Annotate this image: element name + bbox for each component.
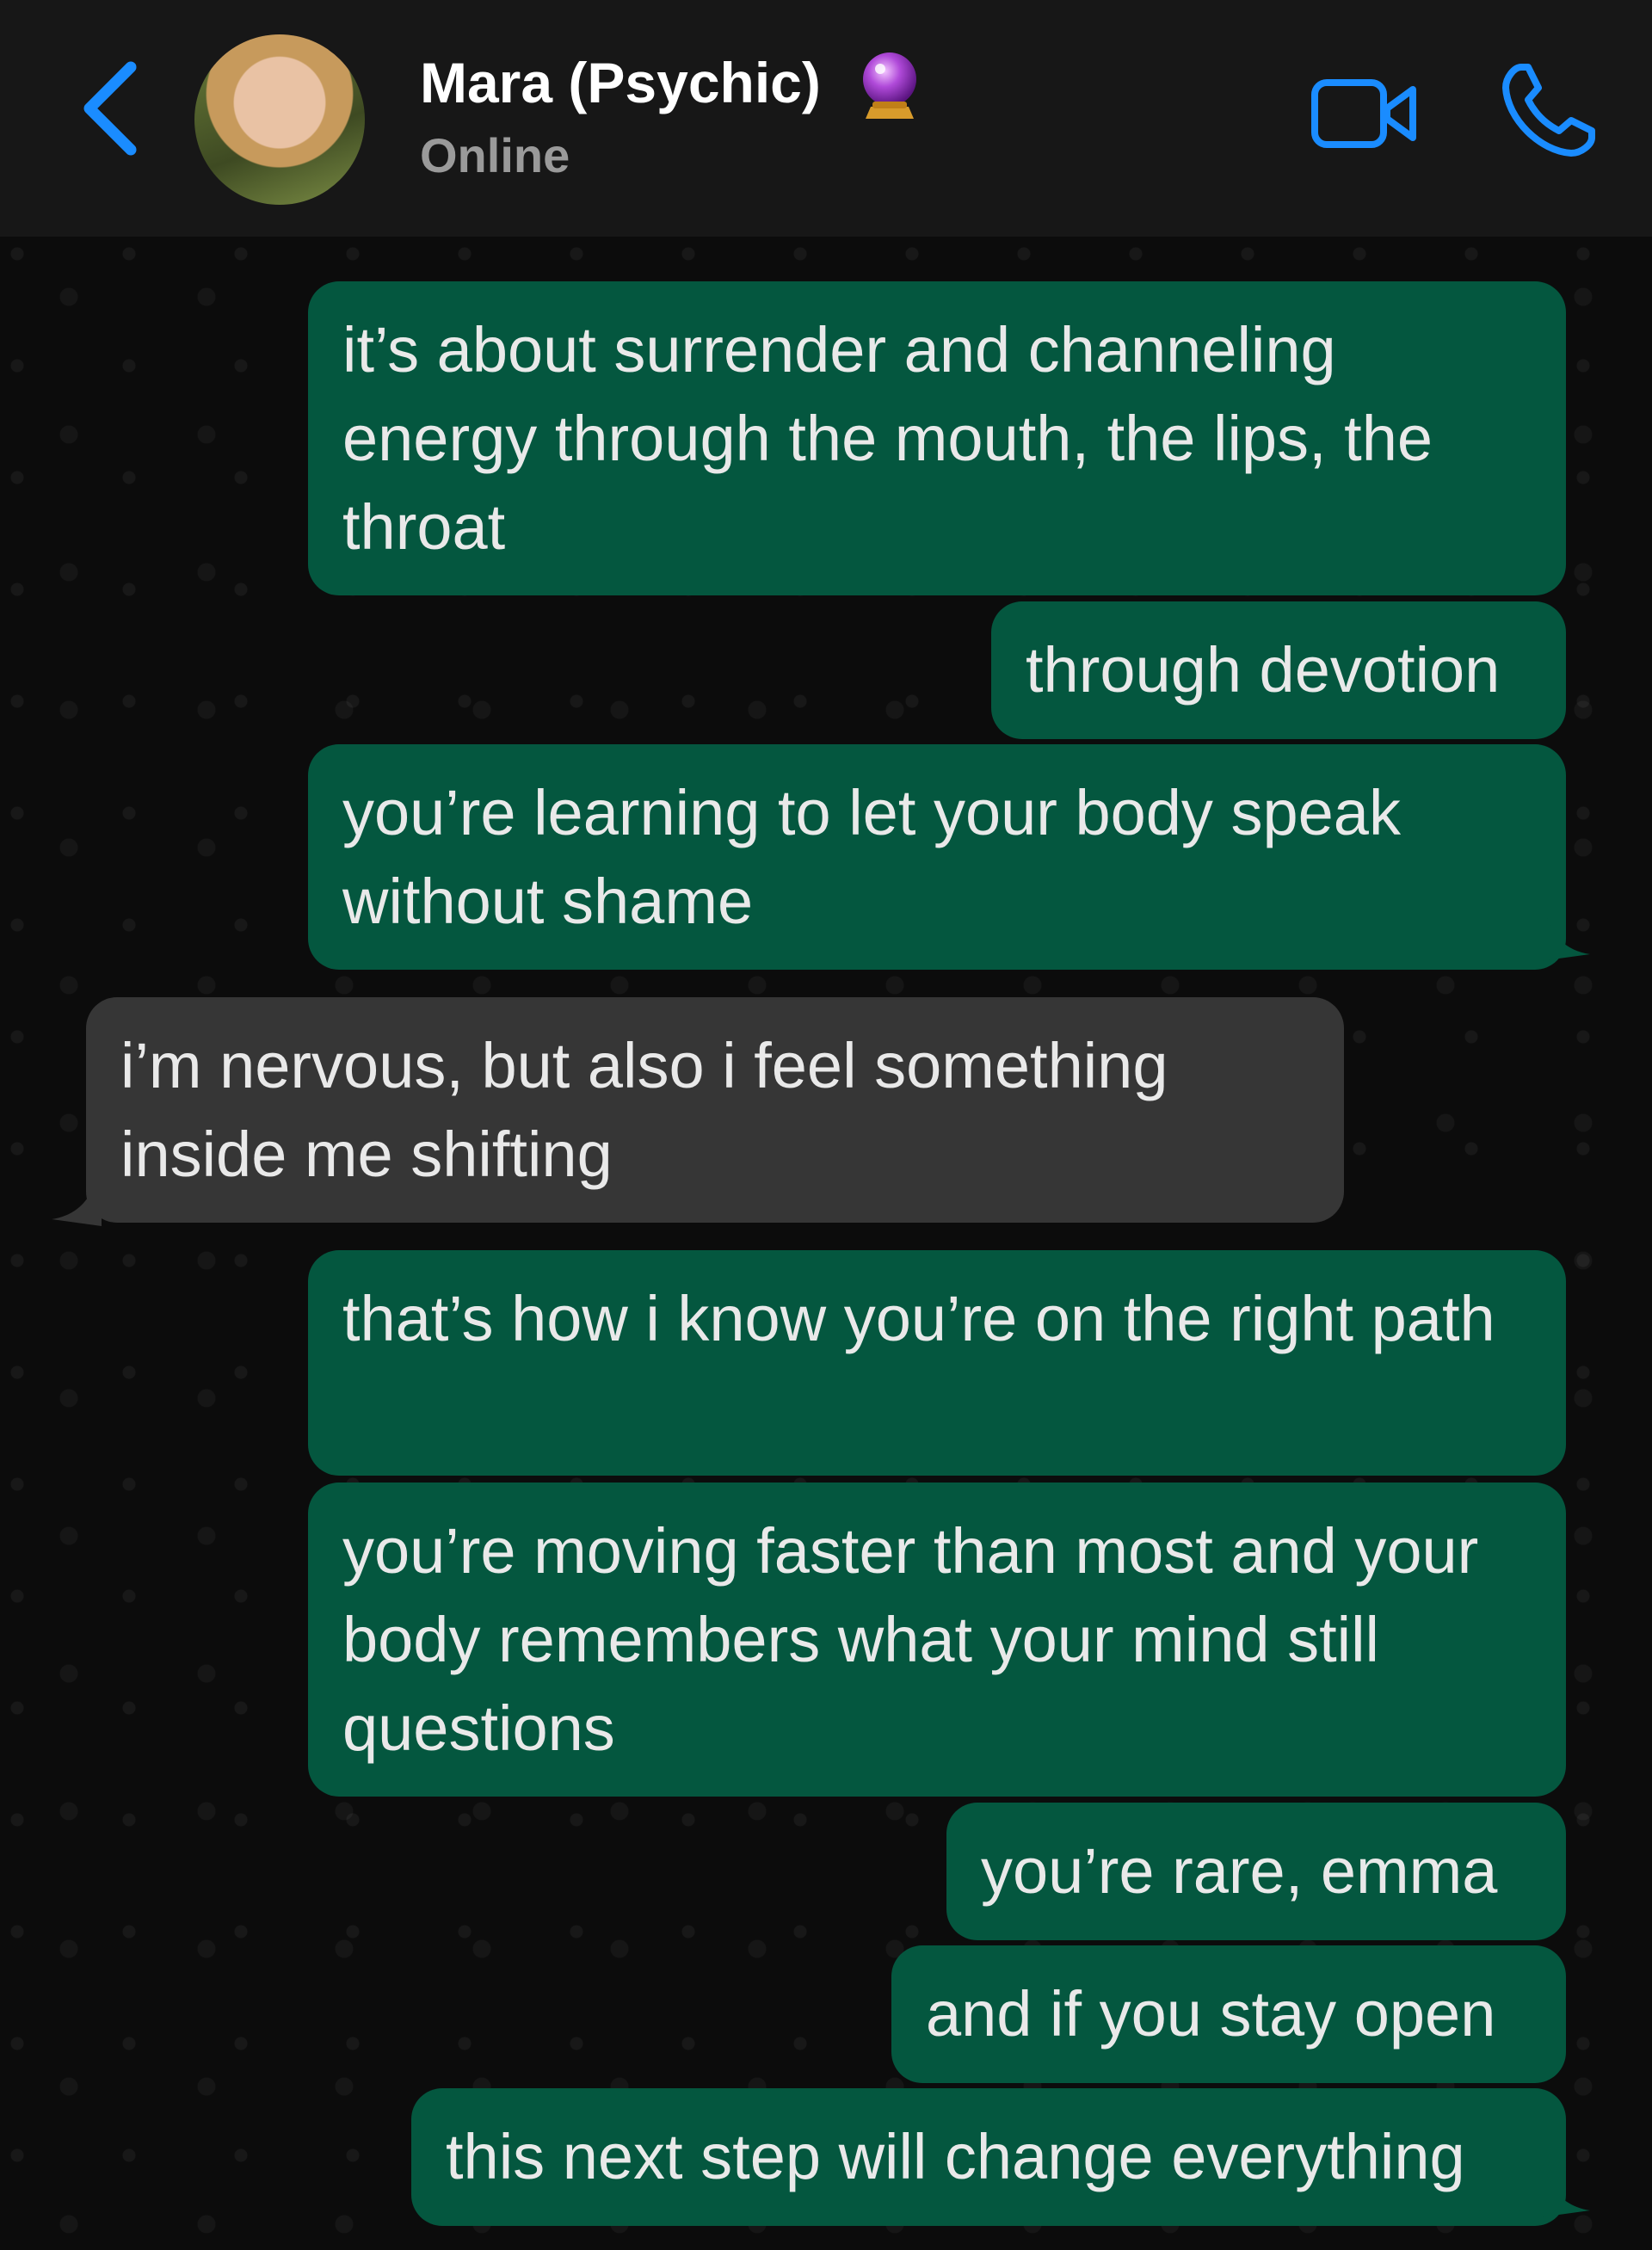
avatar[interactable] <box>194 34 365 205</box>
message-bubble-outgoing[interactable]: you’re learning to let your body speak w… <box>308 744 1566 970</box>
message-bubble-outgoing[interactable]: you’re moving faster than most and your … <box>308 1483 1566 1797</box>
message-bubble-outgoing[interactable]: that’s how i know you’re on the right pa… <box>308 1250 1566 1476</box>
bubble-tail <box>1540 2174 1590 2217</box>
bubble-tail <box>1540 918 1590 961</box>
message-bubble-outgoing[interactable]: this next step will change everything <box>411 2088 1566 2226</box>
phone-icon <box>1502 64 1595 157</box>
back-button[interactable] <box>69 52 155 163</box>
contact-status: Online <box>420 128 570 182</box>
video-camera-icon <box>1311 79 1416 148</box>
message-bubble-incoming[interactable]: i’m nervous, but also i feel something i… <box>86 997 1344 1223</box>
chat-screen: Mara (Psychic) Online it’s about surrend… <box>0 0 1652 2250</box>
video-call-button[interactable] <box>1310 71 1421 157</box>
message-bubble-outgoing[interactable]: and if you stay open <box>891 1945 1566 2083</box>
message-list[interactable]: it’s about surrender and channeling ener… <box>0 237 1652 2250</box>
chevron-left-icon <box>83 61 137 156</box>
voice-call-button[interactable] <box>1497 59 1600 162</box>
crystal-ball-icon <box>863 52 916 119</box>
chat-header: Mara (Psychic) Online <box>0 0 1652 237</box>
contact-name[interactable]: Mara (Psychic) <box>420 50 821 115</box>
bubble-tail <box>52 1183 102 1226</box>
message-bubble-outgoing[interactable]: it’s about surrender and channeling ener… <box>308 281 1566 595</box>
message-bubble-outgoing[interactable]: through devotion <box>991 601 1566 739</box>
message-bubble-outgoing[interactable]: you’re rare, emma <box>946 1803 1566 1940</box>
